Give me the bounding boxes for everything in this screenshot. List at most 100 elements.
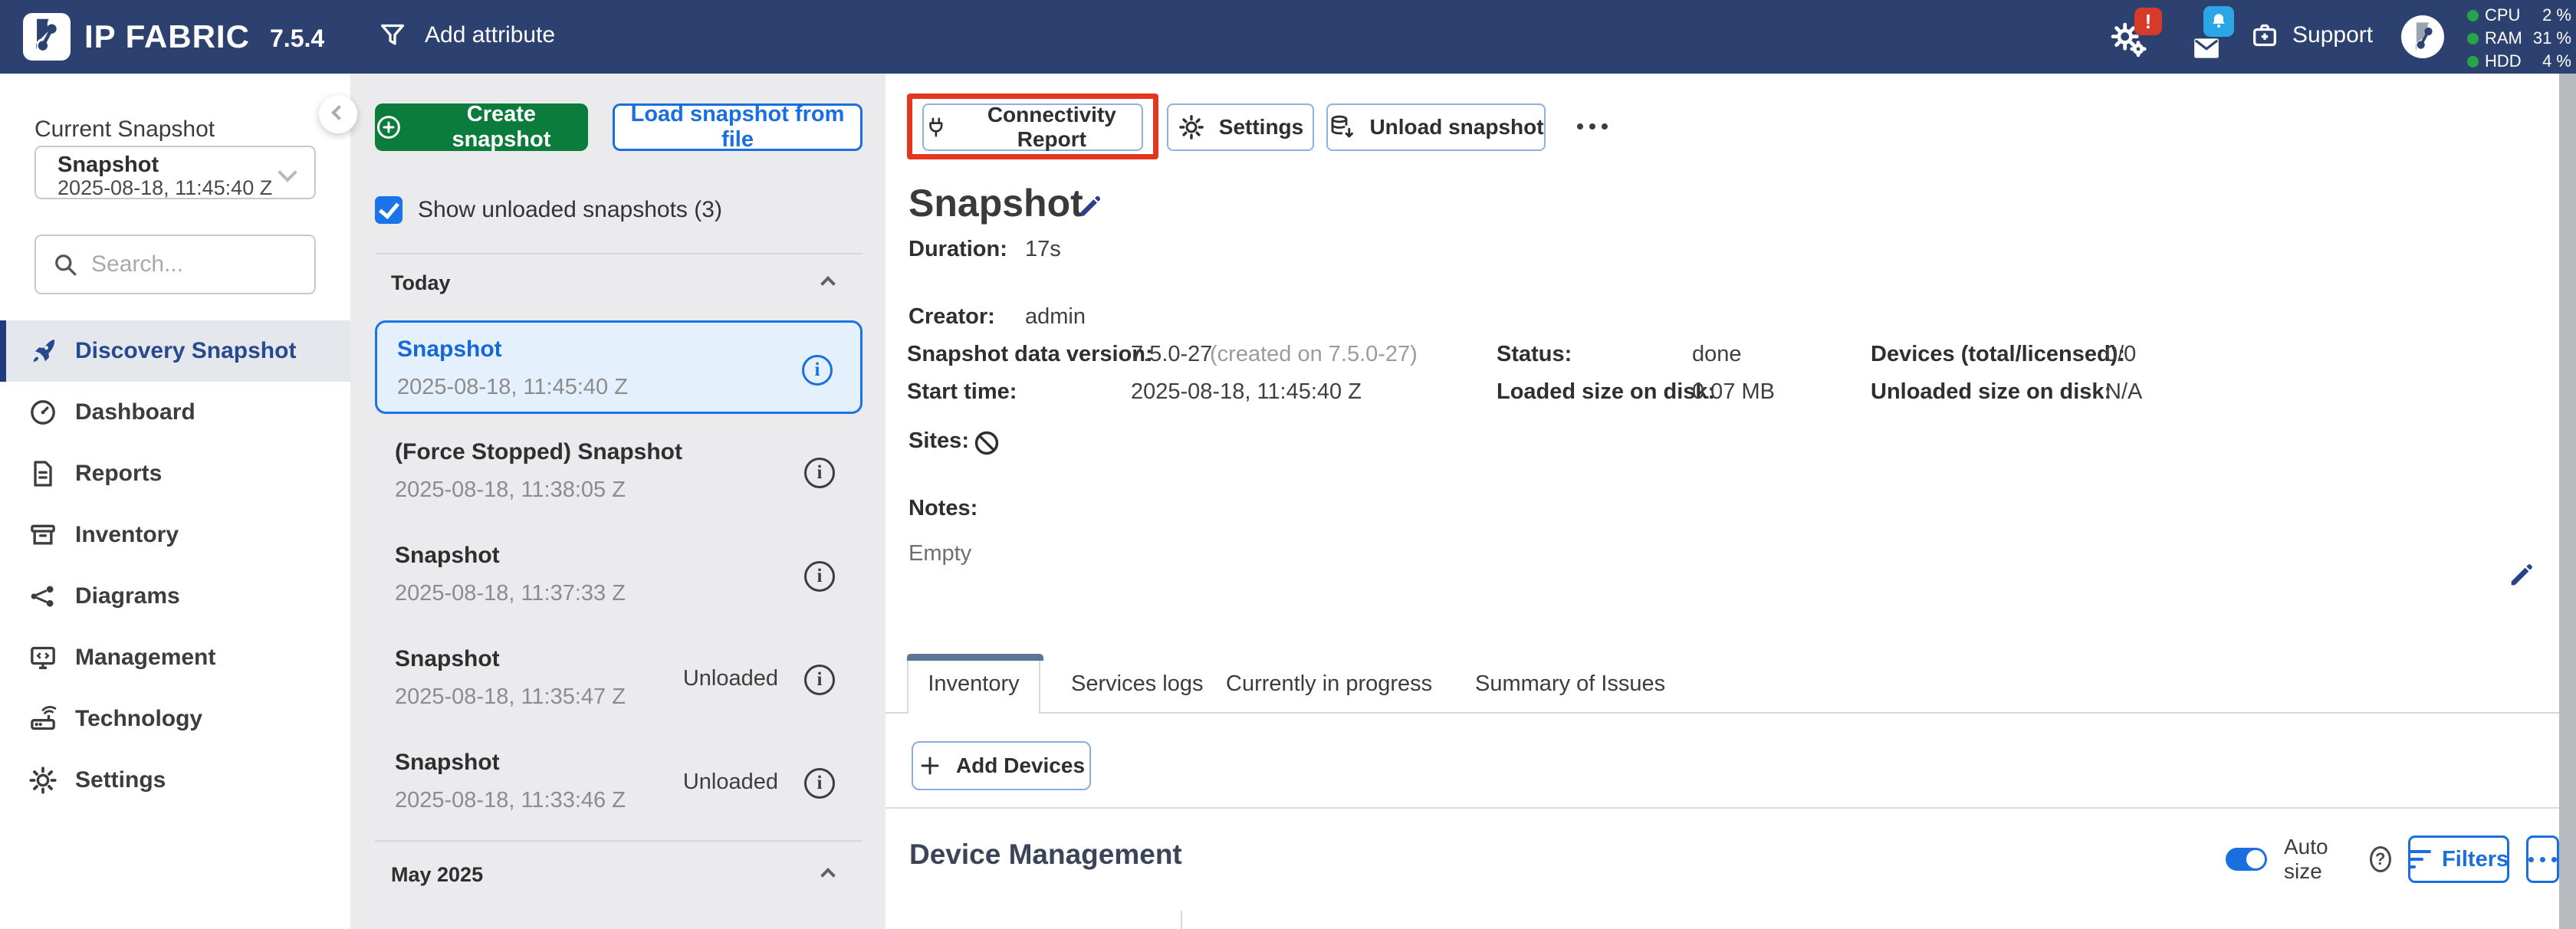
- plus-circle-icon: [375, 113, 402, 141]
- system-stats: CPU 2 % RAM 31 % HDD 4 %: [2467, 5, 2571, 74]
- snapshot-list-item[interactable]: Snapshot 2025-08-18, 11:33:46 Z Unloaded…: [375, 736, 863, 829]
- support-button[interactable]: Support: [2249, 20, 2373, 51]
- snapshot-item-title: Snapshot: [397, 336, 502, 363]
- tab-services-logs[interactable]: Services logs: [1071, 671, 1203, 697]
- snapshot-item-date: 2025-08-18, 11:37:33 Z: [395, 581, 626, 606]
- vertical-scrollbar[interactable]: [2559, 74, 2576, 929]
- cpu-status-dot: [2467, 10, 2479, 21]
- settings-label: Settings: [1219, 115, 1303, 140]
- snapshot-list-item-selected[interactable]: Snapshot 2025-08-18, 11:45:40 Z i: [375, 320, 863, 414]
- sidebar-item-label: Diagrams: [75, 583, 180, 609]
- auto-size-toggle[interactable]: [2226, 848, 2267, 871]
- auto-size-label: Auto size: [2284, 835, 2353, 884]
- device-management-controls: Auto size ? Filters: [2226, 835, 2559, 884]
- gear-icon: [1178, 113, 1205, 141]
- checkbox-checked[interactable]: [375, 196, 402, 224]
- filters-label: Filters: [2442, 847, 2509, 872]
- prohibited-icon: [972, 428, 1001, 458]
- edit-notes-pencil-icon[interactable]: [2506, 560, 2537, 590]
- cpu-value: 2 %: [2542, 5, 2571, 25]
- group-header-may-2025[interactable]: May 2025: [391, 863, 863, 887]
- sidebar-nav: Discovery Snapshot Dashboard Reports: [0, 320, 350, 811]
- sidebar-item-discovery-snapshot[interactable]: Discovery Snapshot: [0, 320, 350, 382]
- sidebar-item-label: Management: [75, 645, 215, 671]
- add-devices-button[interactable]: Add Devices: [912, 741, 1091, 790]
- sidebar-item-settings[interactable]: Settings: [0, 750, 350, 811]
- creator-value: admin: [1025, 304, 1086, 330]
- add-attribute-label: Add attribute: [425, 22, 555, 48]
- unload-snapshot-button[interactable]: Unload snapshot: [1326, 103, 1546, 151]
- notes-value: Empty: [909, 541, 971, 566]
- info-icon[interactable]: i: [804, 561, 835, 592]
- sidebar-item-technology[interactable]: Technology: [0, 688, 350, 750]
- chevron-up-icon: [820, 276, 836, 291]
- status-value: done: [1692, 342, 1742, 367]
- more-icon: [2528, 857, 2557, 862]
- user-avatar[interactable]: [2401, 15, 2444, 58]
- tab-inventory[interactable]: Inventory: [907, 654, 1040, 714]
- search-input[interactable]: [91, 251, 299, 277]
- info-icon[interactable]: i: [804, 665, 835, 695]
- edit-title-pencil-icon[interactable]: [1076, 192, 1105, 221]
- notes-label: Notes:: [909, 496, 978, 521]
- info-icon[interactable]: i: [804, 458, 835, 488]
- search-icon: [51, 251, 79, 278]
- chevron-up-icon: [820, 868, 836, 883]
- snapshot-item-title: Snapshot: [395, 646, 500, 672]
- sidebar-item-management[interactable]: Management: [0, 627, 350, 688]
- tab-currently-in-progress[interactable]: Currently in progress: [1226, 671, 1432, 697]
- snapshot-item-date: 2025-08-18, 11:35:47 Z: [395, 684, 626, 710]
- group-header-today[interactable]: Today: [391, 271, 863, 295]
- page-title: Snapshot: [909, 181, 1083, 225]
- ip-fabric-logo[interactable]: [23, 13, 71, 61]
- current-snapshot-label: Current Snapshot: [34, 117, 215, 143]
- ram-label: RAM: [2485, 28, 2533, 48]
- group-label: May 2025: [391, 863, 483, 887]
- sidebar-collapse-button[interactable]: [319, 95, 357, 133]
- snapshot-selector-dropdown[interactable]: Snapshot 2025-08-18, 11:45:40 Z: [34, 146, 316, 199]
- info-icon[interactable]: i: [804, 768, 835, 799]
- document-icon: [28, 458, 58, 489]
- alert-badge: !: [2134, 8, 2162, 35]
- filters-button[interactable]: Filters: [2408, 835, 2509, 883]
- snapshot-list-item[interactable]: (Force Stopped) Snapshot 2025-08-18, 11:…: [375, 425, 863, 519]
- help-icon[interactable]: ?: [2370, 846, 2391, 872]
- sidebar-search: [34, 235, 316, 294]
- cpu-label: CPU: [2485, 5, 2542, 25]
- sidebar-item-reports[interactable]: Reports: [0, 443, 350, 504]
- more-actions-button[interactable]: [1569, 116, 1615, 137]
- sidebar-item-diagrams[interactable]: Diagrams: [0, 566, 350, 627]
- sites-label: Sites:: [909, 428, 969, 454]
- load-snapshot-button[interactable]: Load snapshot from file: [613, 103, 863, 151]
- sidebar-item-label: Technology: [75, 706, 202, 732]
- divider: [886, 807, 2559, 809]
- sidebar-item-dashboard[interactable]: Dashboard: [0, 382, 350, 443]
- create-snapshot-button[interactable]: Create snapshot: [375, 103, 588, 151]
- plug-icon: [924, 113, 948, 141]
- status-label: Status:: [1497, 342, 1572, 367]
- sidebar-item-label: Dashboard: [75, 399, 196, 425]
- table-more-button[interactable]: [2526, 835, 2559, 883]
- tab-summary-of-issues[interactable]: Summary of Issues: [1475, 671, 1665, 697]
- snapshot-item-title: Snapshot: [395, 543, 500, 569]
- divider: [375, 840, 863, 842]
- bell-icon: [2209, 11, 2229, 31]
- group-label: Today: [391, 271, 451, 295]
- settings-button[interactable]: Settings: [1167, 103, 1314, 151]
- funnel-icon: [377, 20, 408, 51]
- info-icon[interactable]: i: [802, 355, 833, 386]
- create-snapshot-label: Create snapshot: [415, 102, 588, 153]
- notifications-button[interactable]: [2188, 34, 2225, 63]
- show-unloaded-label: Show unloaded snapshots (3): [418, 197, 722, 223]
- add-attribute-button[interactable]: Add attribute: [377, 20, 555, 51]
- data-version-note: (created on 7.5.0-27): [1210, 342, 1418, 367]
- snapshot-item-date: 2025-08-18, 11:38:05 Z: [395, 478, 626, 503]
- sidebar-item-inventory[interactable]: Inventory: [0, 504, 350, 566]
- connectivity-report-button[interactable]: Connectivity Report: [922, 103, 1143, 151]
- snapshot-list-item[interactable]: Snapshot 2025-08-18, 11:35:47 Z Unloaded…: [375, 632, 863, 726]
- show-unloaded-checkbox-row[interactable]: Show unloaded snapshots (3): [375, 196, 722, 224]
- snapshot-list-item[interactable]: Snapshot 2025-08-18, 11:37:33 Z i: [375, 529, 863, 622]
- selector-date: 2025-08-18, 11:45:40 Z: [58, 176, 272, 200]
- snapshot-item-date: 2025-08-18, 11:33:46 Z: [395, 788, 626, 813]
- router-icon: [28, 704, 58, 734]
